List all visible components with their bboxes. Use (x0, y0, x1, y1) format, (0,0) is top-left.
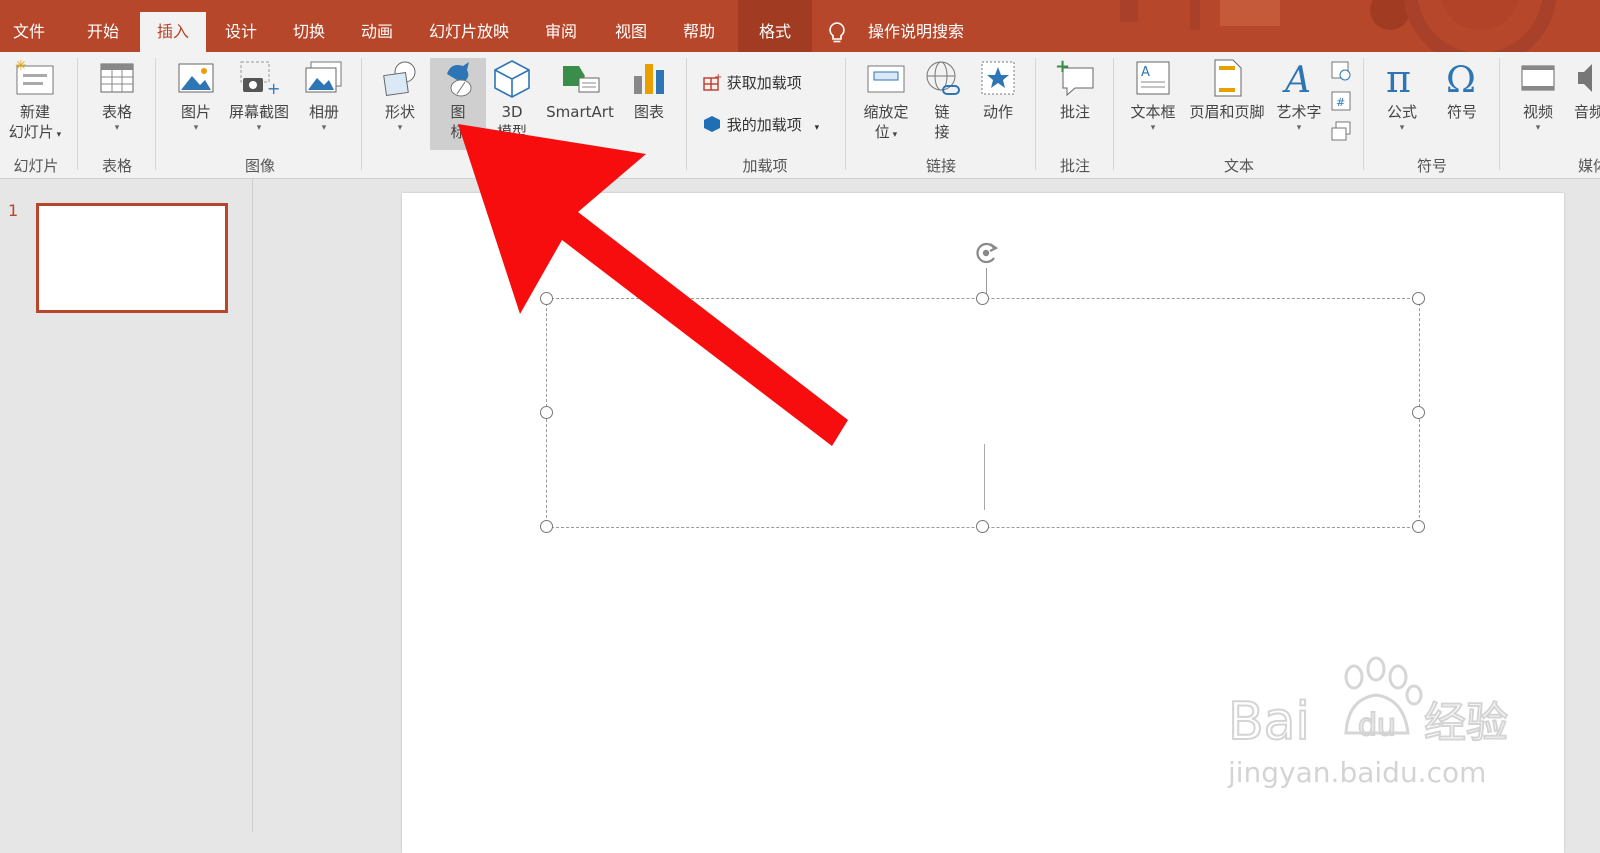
watermark-url: jingyan.baidu.com (1228, 756, 1487, 789)
baidu-jingyan-watermark-logo: Bai du 经验 (1228, 656, 1509, 753)
svg-text:经验: 经验 (1424, 698, 1508, 747)
svg-text:Bai: Bai (1228, 692, 1310, 752)
svg-text:du: du (1358, 708, 1396, 743)
